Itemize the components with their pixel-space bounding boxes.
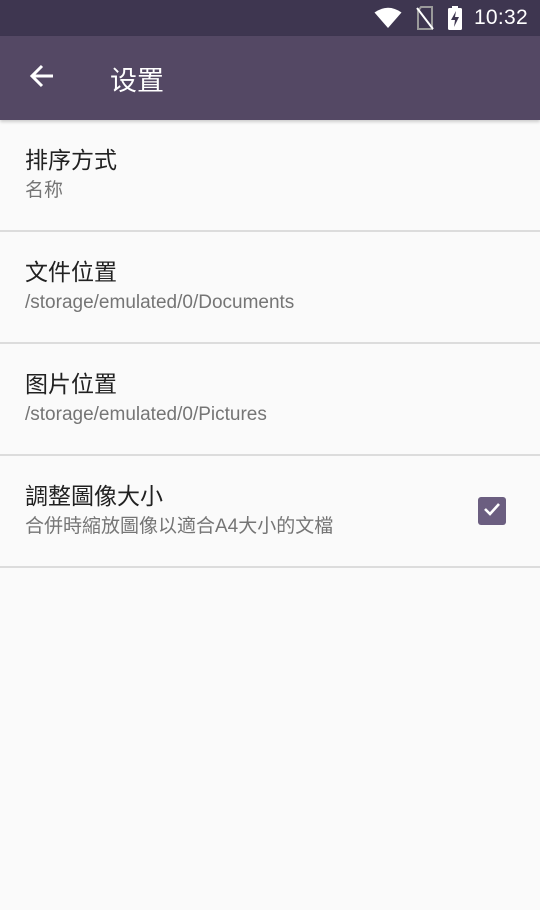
pref-resize-image[interactable]: 調整圖像大小 合併時縮放圖像以適合A4大小的文檔 <box>0 456 540 568</box>
pref-sort-order[interactable]: 排序方式 名称 <box>0 120 540 232</box>
resize-image-checkbox[interactable] <box>478 497 506 525</box>
pref-image-location[interactable]: 图片位置 /storage/emulated/0/Pictures <box>0 344 540 456</box>
app-bar: 设置 <box>0 36 540 120</box>
pref-text: 图片位置 /storage/emulated/0/Pictures <box>25 369 506 429</box>
pref-text: 文件位置 /storage/emulated/0/Documents <box>25 257 506 317</box>
page-title: 设置 <box>110 65 164 97</box>
settings-list: 排序方式 名称 文件位置 /storage/emulated/0/Documen… <box>0 120 540 568</box>
pref-summary: 合併時縮放圖像以適合A4大小的文檔 <box>25 516 334 537</box>
pref-title: 文件位置 <box>25 260 117 286</box>
pref-file-location[interactable]: 文件位置 /storage/emulated/0/Documents <box>0 232 540 344</box>
arrow-left-icon <box>29 63 55 93</box>
status-bar: 10:32 <box>0 0 540 36</box>
no-sim-icon <box>416 6 434 30</box>
pref-title: 图片位置 <box>25 372 117 398</box>
pref-summary: 名称 <box>25 180 64 201</box>
wifi-icon <box>374 7 402 29</box>
status-time: 10:32 <box>473 6 528 29</box>
checkmark-icon <box>482 499 502 523</box>
pref-summary: /storage/emulated/0/Pictures <box>25 404 267 425</box>
battery-charging-icon <box>447 6 462 30</box>
pref-text: 排序方式 名称 <box>25 145 506 205</box>
pref-summary: /storage/emulated/0/Documents <box>25 292 295 313</box>
pref-text: 調整圖像大小 合併時縮放圖像以適合A4大小的文檔 <box>25 481 478 541</box>
pref-title: 排序方式 <box>25 148 117 174</box>
pref-title: 調整圖像大小 <box>25 484 163 510</box>
back-button[interactable] <box>0 36 84 120</box>
